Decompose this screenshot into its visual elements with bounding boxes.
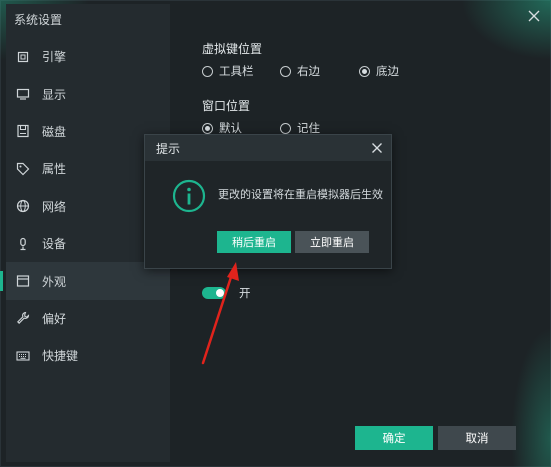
toggle-switch[interactable] bbox=[202, 287, 226, 299]
restart-now-button[interactable]: 立即重启 bbox=[295, 231, 369, 253]
sidebar-item-label: 快捷键 bbox=[42, 349, 79, 364]
restart-later-button[interactable]: 稍后重启 bbox=[217, 231, 291, 253]
sidebar-item-engine[interactable]: 引擎 bbox=[6, 38, 170, 75]
radio-circle bbox=[202, 65, 213, 77]
tag-icon bbox=[16, 162, 30, 176]
disk-icon bbox=[16, 124, 30, 138]
radio-circle bbox=[359, 65, 370, 77]
radio-right[interactable]: 右边 bbox=[280, 63, 359, 79]
sidebar-item-label: 外观 bbox=[42, 274, 67, 289]
radio-circle bbox=[202, 122, 213, 134]
radio-circle bbox=[280, 65, 291, 77]
keyboard-icon bbox=[16, 349, 30, 363]
sidebar-item-label: 引擎 bbox=[42, 50, 67, 65]
wrench-icon bbox=[16, 311, 30, 325]
sidebar-item-shortcuts[interactable]: 快捷键 bbox=[6, 337, 170, 374]
sidebar-item-label: 网络 bbox=[42, 199, 67, 214]
dialog-title: 提示 bbox=[156, 141, 181, 156]
toggle-row: 开 bbox=[202, 285, 251, 301]
monitor-icon bbox=[16, 87, 30, 101]
sidebar-item-label: 偏好 bbox=[42, 311, 67, 326]
chip-icon bbox=[16, 50, 30, 64]
window-position-title: 窗口位置 bbox=[202, 99, 251, 113]
window-title: 系统设置 bbox=[14, 13, 63, 27]
radio-circle bbox=[280, 122, 291, 134]
confirm-button[interactable]: 确定 bbox=[355, 426, 433, 450]
radio-label: 右边 bbox=[297, 64, 320, 78]
cancel-button[interactable]: 取消 bbox=[438, 426, 516, 450]
radio-label: 工具栏 bbox=[219, 64, 254, 78]
virtual-key-position-title: 虚拟键位置 bbox=[202, 42, 263, 56]
radio-label: 底边 bbox=[376, 64, 399, 78]
sidebar-item-label: 磁盘 bbox=[42, 124, 67, 139]
sidebar-item-label: 显示 bbox=[42, 87, 67, 102]
close-icon[interactable] bbox=[527, 9, 541, 23]
microphone-icon bbox=[16, 237, 30, 251]
sidebar-item-label: 属性 bbox=[42, 162, 67, 177]
dialog-close-icon[interactable] bbox=[371, 142, 383, 154]
radio-toolbar[interactable]: 工具栏 bbox=[202, 63, 280, 79]
sidebar-item-preferences[interactable]: 偏好 bbox=[6, 300, 170, 337]
radio-bottom[interactable]: 底边 bbox=[359, 63, 399, 79]
dialog-message: 更改的设置将在重启模拟器后生效 bbox=[218, 188, 383, 201]
restart-prompt-dialog: 提示 更改的设置将在重启模拟器后生效 稍后重启 立即重启 bbox=[144, 134, 392, 269]
toggle-state-label: 开 bbox=[239, 286, 251, 300]
sidebar-item-label: 设备 bbox=[42, 237, 67, 252]
virtual-key-position-options: 工具栏 右边 底边 bbox=[202, 63, 399, 79]
info-icon bbox=[172, 179, 206, 213]
globe-icon bbox=[16, 199, 30, 213]
sidebar-item-display[interactable]: 显示 bbox=[6, 75, 170, 112]
window-icon bbox=[16, 274, 30, 288]
dialog-header: 提示 bbox=[145, 135, 391, 161]
